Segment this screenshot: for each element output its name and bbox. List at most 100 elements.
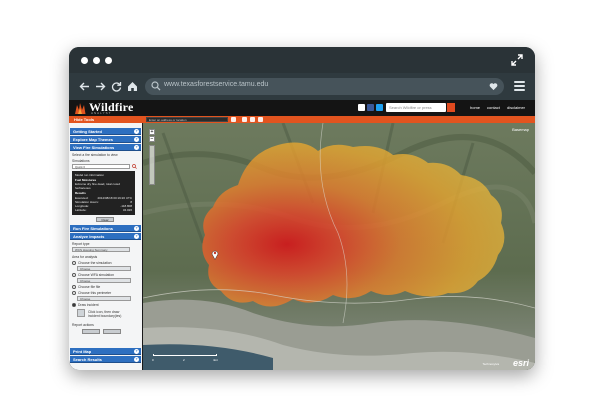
tools-sidebar: Getting Started ? Explore Map Themes ? V… bbox=[69, 123, 142, 370]
radio-perimeter[interactable] bbox=[72, 291, 76, 295]
draw-polygon-icon[interactable] bbox=[77, 309, 85, 317]
area-for-analysis-label: Area for analysis bbox=[72, 255, 98, 259]
search-icon[interactable] bbox=[132, 164, 137, 169]
window-dot[interactable] bbox=[81, 57, 88, 64]
radio-label: Choose file file bbox=[78, 285, 101, 289]
section-getting-started[interactable]: Getting Started ? bbox=[70, 128, 141, 135]
print-icon[interactable] bbox=[258, 117, 263, 122]
model-run-panel: Model run information Fuel Moistures Ext… bbox=[72, 171, 135, 215]
simulation-value: Quick II bbox=[75, 165, 86, 169]
scale-label: 4mi bbox=[213, 358, 218, 362]
help-icon[interactable]: ? bbox=[134, 234, 139, 239]
perimeter-area-select[interactable]: Choose bbox=[77, 296, 131, 301]
measure-icon[interactable] bbox=[250, 117, 255, 122]
report-type-value: WCS Housing Summary bbox=[75, 248, 108, 252]
window-titlebar bbox=[69, 47, 535, 73]
radio-wfa-simulation[interactable] bbox=[72, 273, 76, 277]
scale-bar bbox=[153, 354, 217, 356]
help-icon[interactable]: ? bbox=[134, 129, 139, 134]
help-icon[interactable]: ? bbox=[134, 137, 139, 142]
reload-icon[interactable] bbox=[111, 81, 122, 92]
fire-map[interactable]: + − Basemap 0 2 4mi Technosylva esri bbox=[143, 123, 535, 370]
map-toolbar: Hide Tools Enter an address or location bbox=[69, 116, 535, 123]
search-icon[interactable] bbox=[231, 117, 236, 122]
section-label: Explore Map Themes bbox=[73, 137, 114, 142]
zoom-out-button[interactable]: − bbox=[149, 136, 155, 142]
site-search-button[interactable] bbox=[447, 103, 455, 112]
help-icon[interactable]: ? bbox=[134, 357, 139, 362]
forward-arrow-icon[interactable] bbox=[95, 81, 106, 92]
results-label: Results bbox=[75, 191, 86, 195]
expand-icon[interactable] bbox=[511, 54, 523, 66]
simulation-area-select[interactable]: Choose bbox=[77, 266, 131, 271]
draw-hint: incident boundary(ies) bbox=[88, 314, 122, 318]
result-label: Latitude: bbox=[75, 208, 87, 212]
section-search-results[interactable]: Search Results ? bbox=[70, 356, 141, 363]
site-search-placeholder: Search Wildfire or press bbox=[389, 105, 432, 110]
radio-label: Choose the simulation bbox=[78, 261, 112, 265]
fuel-moistures-text: herbaceous bbox=[75, 186, 91, 190]
section-label: Print Map bbox=[73, 349, 92, 354]
scale-label: 0 bbox=[152, 358, 154, 362]
report-actions-label: Report actions bbox=[72, 323, 94, 327]
facebook-icon[interactable] bbox=[367, 104, 374, 111]
home-icon[interactable] bbox=[127, 81, 138, 92]
ignition-point-marker-icon[interactable] bbox=[211, 249, 219, 260]
contact-link[interactable]: contact bbox=[487, 105, 500, 110]
radio-file[interactable] bbox=[72, 285, 76, 289]
share-icon[interactable] bbox=[358, 104, 365, 111]
report-action-button[interactable] bbox=[103, 329, 121, 334]
radio-label: Draw incident bbox=[78, 303, 99, 307]
esri-logo: esri bbox=[512, 358, 529, 368]
search-icon bbox=[151, 81, 161, 91]
zoom-in-button[interactable]: + bbox=[149, 129, 155, 135]
disclaimer-link[interactable]: disclaimer bbox=[507, 105, 525, 110]
window-dot[interactable] bbox=[93, 57, 100, 64]
report-type-select[interactable]: WCS Housing Summary bbox=[72, 247, 130, 252]
section-explore-map-themes[interactable]: Explore Map Themes ? bbox=[70, 136, 141, 143]
wfa-area-select[interactable]: Choose bbox=[77, 278, 131, 283]
site-search-input[interactable]: Search Wildfire or press bbox=[386, 103, 446, 112]
help-icon[interactable]: ? bbox=[134, 349, 139, 354]
home-link[interactable]: home bbox=[470, 105, 480, 110]
section-analyze-impacts[interactable]: Analyze Impacts ? bbox=[70, 233, 141, 240]
select-value: Choose bbox=[80, 267, 91, 271]
address-search-input[interactable]: Enter an address or location bbox=[146, 117, 228, 122]
heart-icon[interactable] bbox=[489, 82, 498, 91]
section-label: Search Results bbox=[73, 357, 102, 362]
scale-label: 2 bbox=[183, 358, 185, 362]
radio-label: Choose WFA simulation bbox=[78, 273, 114, 277]
help-icon[interactable]: ? bbox=[134, 145, 139, 150]
basemap-toggle[interactable]: Basemap bbox=[512, 127, 529, 132]
site-header: Wildfire ANALYST Search Wildfire or pres… bbox=[69, 100, 535, 116]
browser-navbar: www.texasforestservice.tamu.edu bbox=[69, 73, 535, 100]
section-run-fire-simulations[interactable]: Run Fire Simulations ? bbox=[70, 225, 141, 232]
select-simulation-prompt: Select a fire simulation to view bbox=[72, 153, 118, 157]
report-action-button[interactable] bbox=[82, 329, 100, 334]
radio-label: Choose this perimeter bbox=[78, 291, 112, 295]
radio-simulation[interactable] bbox=[72, 261, 76, 265]
section-label: Analyze Impacts bbox=[73, 234, 105, 239]
model-run-label[interactable]: Model run information bbox=[75, 173, 104, 177]
result-value: 2012/08/18 00:19:20 UTC bbox=[97, 196, 132, 200]
locate-icon[interactable] bbox=[242, 117, 247, 122]
back-arrow-icon[interactable] bbox=[79, 81, 90, 92]
help-icon[interactable]: ? bbox=[134, 226, 139, 231]
menu-icon[interactable] bbox=[514, 81, 525, 91]
section-label: Getting Started bbox=[73, 129, 102, 134]
zoom-slider[interactable] bbox=[149, 145, 155, 185]
twitter-icon[interactable] bbox=[376, 104, 383, 111]
browser-device-frame: www.texasforestservice.tamu.edu Wildfire… bbox=[69, 47, 535, 370]
url-text[interactable]: www.texasforestservice.tamu.edu bbox=[164, 81, 268, 88]
flame-logo-icon bbox=[75, 103, 86, 114]
window-dot[interactable] bbox=[105, 57, 112, 64]
address-bar[interactable]: www.texasforestservice.tamu.edu bbox=[145, 78, 504, 95]
radio-draw-incident[interactable] bbox=[72, 303, 76, 307]
section-view-fire-simulations[interactable]: View Fire Simulations ? bbox=[70, 144, 141, 151]
site-logo-subtitle: ANALYST bbox=[91, 111, 112, 115]
clear-button[interactable]: Clear bbox=[96, 217, 114, 222]
simulation-select[interactable]: Quick II bbox=[72, 164, 130, 169]
hide-tools-button[interactable]: Hide Tools bbox=[74, 117, 94, 122]
report-type-label: Report type bbox=[72, 242, 90, 246]
section-print-map[interactable]: Print Map ? bbox=[70, 348, 141, 355]
